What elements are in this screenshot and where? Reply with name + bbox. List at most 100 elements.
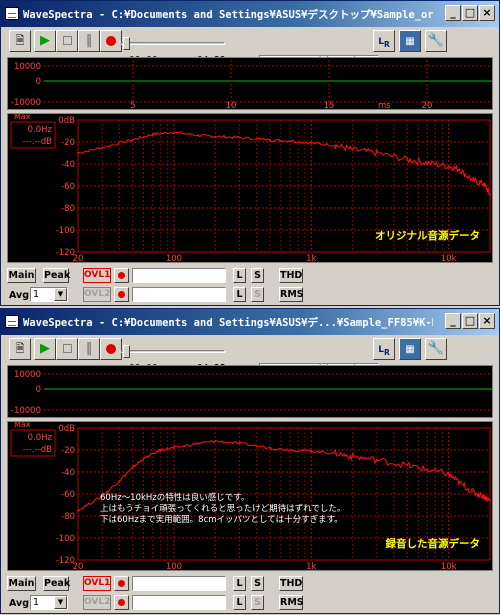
- peak-button[interactable]: Peak: [43, 576, 70, 591]
- spectrum-data-point: [472, 179, 474, 182]
- record-button[interactable]: [100, 30, 122, 52]
- pause-button[interactable]: ‖: [78, 30, 100, 52]
- open-file-button[interactable]: 🗎: [9, 30, 31, 52]
- db-tick-label: -40: [61, 468, 75, 478]
- rms-button[interactable]: RMS: [279, 287, 304, 302]
- spectrum-data-point: [289, 140, 291, 142]
- main-button[interactable]: Main: [7, 576, 36, 591]
- spectrum-panel: 0dB -20 -40 -60 -80 -100 -120 20 100 1k 10k Max 0.0H…: [7, 420, 493, 572]
- close-button[interactable]: ×: [479, 313, 495, 329]
- spectrum-data-point: [447, 165, 450, 167]
- wrench-icon: 🔧: [427, 33, 445, 48]
- spectrum-data-point: [406, 158, 409, 161]
- chevron-down-icon[interactable]: ▼: [54, 596, 67, 609]
- stop-button[interactable]: [56, 338, 78, 360]
- pause-icon: ‖: [85, 341, 93, 356]
- chevron-down-icon[interactable]: ▼: [54, 288, 67, 301]
- spectrum-data-point: [173, 131, 175, 133]
- spectrum-data-point: [159, 449, 162, 451]
- thd-button[interactable]: THD: [279, 268, 303, 283]
- ovl1-l-button[interactable]: L: [233, 576, 246, 591]
- window-title: WaveSpectra - C:¥Documents and Settings¥…: [23, 317, 433, 329]
- spectrum-panel: 0dB -20 -40 -60 -80 -100 -120 20 100 1k 10k Max 0.0H…: [7, 112, 493, 264]
- record-button[interactable]: [100, 338, 122, 360]
- thd-button[interactable]: THD: [279, 576, 303, 591]
- ovl1-file-field[interactable]: [132, 576, 226, 591]
- peak-button[interactable]: Peak: [43, 268, 70, 283]
- ovl1-record-button[interactable]: [114, 268, 129, 283]
- lr-meter-icon: LR: [378, 37, 390, 49]
- ovl2-record-button[interactable]: [114, 287, 129, 302]
- spectrum-view-button[interactable]: ▦: [399, 338, 421, 360]
- ovl1-record-button[interactable]: [114, 576, 129, 591]
- open-file-button[interactable]: 🗎: [9, 338, 31, 360]
- maximize-button[interactable]: □: [462, 313, 478, 329]
- spectrum-data-point: [173, 447, 175, 449]
- spectrum-data-point: [310, 142, 313, 144]
- app-icon[interactable]: [5, 315, 19, 328]
- ovl2-file-field[interactable]: [132, 595, 226, 610]
- ovl1-s-button[interactable]: S: [251, 268, 264, 283]
- minimize-button[interactable]: _: [445, 313, 461, 329]
- ovl1-l-button[interactable]: L: [233, 268, 246, 283]
- db-tick-label: -80: [61, 512, 75, 522]
- channel-lr-button[interactable]: LR: [373, 30, 395, 52]
- ovl2-record-button[interactable]: [114, 595, 129, 610]
- play-icon: ▶: [40, 33, 50, 48]
- spectrum-data-point: [351, 148, 354, 151]
- seek-slider-thumb[interactable]: [123, 345, 130, 358]
- seek-track[interactable]: [121, 350, 225, 353]
- spectrum-view-button[interactable]: ▦: [399, 30, 421, 52]
- spectrum-data-point: [489, 499, 491, 502]
- max-db: ---.--dB: [23, 137, 52, 147]
- ovl2-s-button[interactable]: S: [251, 595, 264, 610]
- ovl2-l-button[interactable]: L: [233, 287, 246, 302]
- seek-slider-thumb[interactable]: [123, 37, 130, 50]
- spectrum-data-point: [238, 442, 241, 445]
- play-button[interactable]: ▶: [34, 338, 56, 360]
- db-tick-label: -20: [61, 446, 75, 456]
- db-tick-label: 0dB: [58, 424, 75, 434]
- title-bar[interactable]: WaveSpectra - C:¥Documents and Settings¥…: [1, 309, 499, 335]
- maximize-button[interactable]: □: [462, 5, 478, 21]
- spectrum-data-point: [334, 144, 337, 147]
- settings-button[interactable]: 🔧: [425, 30, 447, 52]
- ovl1-s-button[interactable]: S: [251, 576, 264, 591]
- freq-tick-label: 1k: [306, 562, 316, 570]
- seek-track[interactable]: [121, 42, 225, 45]
- wavespectra-window-1: WaveSpectra - C:¥Documents and Settings¥…: [0, 0, 500, 306]
- spectrum-data-point: [472, 491, 474, 493]
- db-tick-label: -60: [61, 182, 75, 192]
- stop-button[interactable]: [56, 30, 78, 52]
- avg-value: 1: [33, 597, 40, 608]
- rms-button[interactable]: RMS: [279, 595, 304, 610]
- freq-tick-label: 100: [166, 562, 182, 570]
- spectrum-data-point: [482, 183, 485, 185]
- spectrum-data-point: [269, 139, 271, 141]
- ovl2-file-field[interactable]: [132, 287, 226, 302]
- ovl1-file-field[interactable]: [132, 268, 226, 283]
- avg-select[interactable]: 1 ▼: [30, 595, 68, 610]
- settings-button[interactable]: 🔧: [425, 338, 447, 360]
- play-button[interactable]: ▶: [34, 30, 56, 52]
- pause-button[interactable]: ‖: [78, 338, 100, 360]
- channel-lr-button[interactable]: LR: [373, 338, 395, 360]
- spectrum-data-point: [77, 509, 79, 512]
- amplitude-tick-label: 0: [36, 77, 41, 87]
- spectrum-data-point: [77, 152, 79, 154]
- spectrum-data-point: [289, 449, 291, 451]
- main-button[interactable]: Main: [7, 268, 36, 283]
- freq-tick-label: 10k: [441, 562, 457, 570]
- play-icon: ▶: [40, 341, 50, 356]
- ovl2-s-button[interactable]: S: [251, 287, 264, 302]
- freq-tick-label: 20: [73, 562, 84, 570]
- ovl2-l-button[interactable]: L: [233, 595, 246, 610]
- title-bar[interactable]: WaveSpectra - C:¥Documents and Settings¥…: [1, 1, 499, 27]
- annotation-line: 上はもうチョイ頑張ってくれると思ったけど期待はずれでした。: [100, 503, 345, 514]
- close-button[interactable]: ×: [479, 5, 495, 21]
- freq-tick-label: 100: [166, 254, 182, 262]
- minimize-button[interactable]: _: [445, 5, 461, 21]
- ovl1-indicator: OVL1: [83, 268, 111, 283]
- app-icon[interactable]: [5, 7, 19, 20]
- avg-select[interactable]: 1 ▼: [30, 287, 68, 302]
